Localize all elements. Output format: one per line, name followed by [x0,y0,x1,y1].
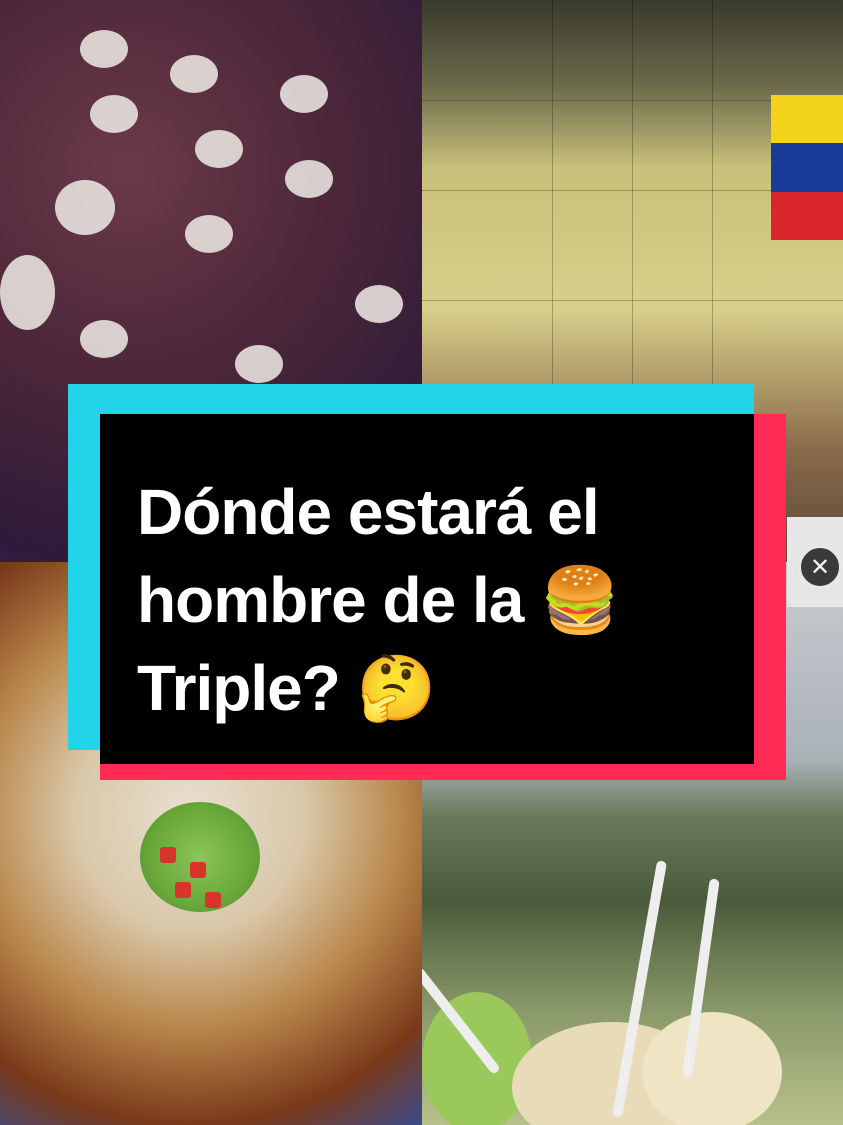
caption-line: hombre de la 🍔 [137,564,620,636]
cheese-dollop [0,255,55,330]
grid-line [422,300,843,301]
flag [771,95,843,240]
cheese-dollop [55,180,115,235]
cheese-dollop [355,285,403,323]
close-icon[interactable]: ✕ [798,545,842,589]
caption-text: Dónde estará el hombre de la 🍔 Triple? 🤔 [137,468,737,732]
tomato-piece [205,892,221,908]
cheese-dollop [195,130,243,168]
caption-line: Dónde estará el [137,476,600,548]
guacamole [140,802,260,912]
cheese-dollop [185,215,233,253]
caption-line: Triple? 🤔 [137,652,436,724]
cheese-dollop [80,320,128,358]
cheese-dollop [80,30,128,68]
cheese-dollop [285,160,333,198]
cheese-dollop [235,345,283,383]
cheese-dollop [90,95,138,133]
ice-cream-scoop [642,1012,782,1125]
cheese-dollop [170,55,218,93]
tomato-piece [175,882,191,898]
tomato-piece [190,862,206,878]
tomato-piece [160,847,176,863]
cheese-dollop [280,75,328,113]
